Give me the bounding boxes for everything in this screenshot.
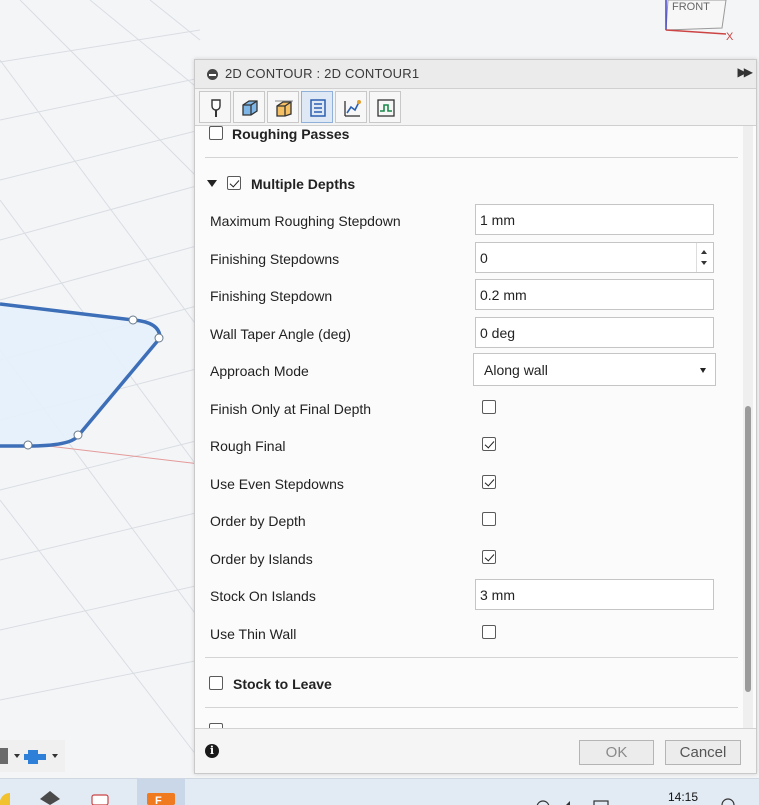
divider xyxy=(205,707,738,708)
ok-button[interactable]: OK xyxy=(579,740,654,765)
use-thin-wall-checkbox[interactable] xyxy=(482,625,496,639)
tab-post[interactable] xyxy=(369,91,401,123)
finishing-stepdowns-label: Finishing Stepdowns xyxy=(210,251,340,267)
wall-taper-angle-label: Wall Taper Angle (deg) xyxy=(210,326,351,342)
chevron-down-icon xyxy=(700,368,706,373)
roughing-passes-checkbox[interactable] xyxy=(209,126,223,140)
multiple-depths-label: Multiple Depths xyxy=(251,176,356,192)
wall-taper-angle-input[interactable]: 0 deg xyxy=(475,317,714,348)
approach-mode-label: Approach Mode xyxy=(210,363,309,379)
app-store-icon[interactable] xyxy=(40,791,60,805)
max-roughing-stepdown-label: Maximum Roughing Stepdown xyxy=(210,213,401,229)
scrollbar-thumb[interactable] xyxy=(745,406,751,692)
taskbar-clock[interactable]: 14:15 xyxy=(668,790,698,804)
finishing-stepdown-input[interactable]: 0.2 mm xyxy=(475,279,714,310)
tab-tool[interactable] xyxy=(199,91,231,123)
stock-to-leave-label: Stock to Leave xyxy=(233,676,332,692)
finishing-stepdowns-value: 0 xyxy=(480,250,488,266)
finishing-stepdowns-stepper[interactable]: 0 xyxy=(475,242,714,273)
viewcube-face-label: FRONT xyxy=(672,1,710,13)
stock-on-islands-input[interactable]: 3 mm xyxy=(475,579,714,610)
passes-icon xyxy=(310,99,326,117)
use-even-stepdowns-label: Use Even Stepdowns xyxy=(210,476,344,492)
stock-on-islands-label: Stock On Islands xyxy=(210,588,316,604)
pipe-tool-icon[interactable] xyxy=(24,750,58,764)
dialog-title: 2D CONTOUR : 2D CONTOUR1 xyxy=(225,66,420,81)
tab-passes[interactable] xyxy=(301,91,333,123)
stepper-buttons xyxy=(696,243,713,272)
finishing-stepdown-label: Finishing Stepdown xyxy=(210,288,333,304)
order-by-islands-checkbox[interactable] xyxy=(482,550,496,564)
notification-icon[interactable] xyxy=(721,798,735,805)
dialog-tabs xyxy=(195,89,756,126)
order-by-depth-checkbox[interactable] xyxy=(482,512,496,526)
scrollbar[interactable] xyxy=(743,126,753,728)
post-process-icon xyxy=(377,99,395,117)
tray-icons[interactable] xyxy=(536,800,609,805)
stock-to-leave-checkbox[interactable] xyxy=(209,676,223,690)
use-thin-wall-label: Use Thin Wall xyxy=(210,626,297,642)
contour-dialog: 2D CONTOUR : 2D CONTOUR1 ▶▶ Roughing Pas… xyxy=(194,59,757,774)
approach-mode-select[interactable]: Along wall xyxy=(473,353,716,386)
multiple-depths-checkbox[interactable] xyxy=(227,176,241,190)
start-orb-icon[interactable] xyxy=(0,792,10,805)
taskbar: F 14:15 xyxy=(0,778,759,805)
tab-linking[interactable] xyxy=(335,91,367,123)
linking-icon xyxy=(344,100,361,117)
approach-mode-value: Along wall xyxy=(484,362,548,378)
divider xyxy=(205,157,738,158)
spin-down-icon[interactable] xyxy=(701,261,707,265)
tab-geometry[interactable] xyxy=(233,91,265,123)
rough-final-label: Rough Final xyxy=(210,438,286,454)
use-even-stepdowns-checkbox[interactable] xyxy=(482,475,496,489)
spin-up-icon[interactable] xyxy=(701,250,707,254)
bottom-left-toolbar xyxy=(0,740,65,772)
tool-bit-icon xyxy=(211,99,221,117)
rough-final-checkbox[interactable] xyxy=(482,437,496,451)
roughing-passes-label: Roughing Passes xyxy=(232,126,350,142)
viewcube[interactable]: FRONT X xyxy=(664,0,734,42)
heights-icon xyxy=(275,100,293,117)
info-icon[interactable]: i xyxy=(205,744,219,758)
viewcube-axis-label: X xyxy=(726,31,734,42)
divider xyxy=(205,657,738,658)
finish-only-final-checkbox[interactable] xyxy=(482,400,496,414)
geometry-icon xyxy=(242,100,258,116)
dialog-titlebar: 2D CONTOUR : 2D CONTOUR1 ▶▶ xyxy=(195,60,756,89)
order-by-depth-label: Order by Depth xyxy=(210,513,306,529)
collapse-dialog-icon[interactable] xyxy=(207,69,218,80)
tab-heights[interactable] xyxy=(267,91,299,123)
dialog-footer: i OK Cancel xyxy=(195,728,756,773)
expand-dialog-icon[interactable]: ▶▶ xyxy=(738,65,754,79)
display-settings-icon[interactable] xyxy=(0,748,20,764)
dialog-content: Roughing Passes Multiple Depths Maximum … xyxy=(195,126,740,728)
order-by-islands-label: Order by Islands xyxy=(210,551,313,567)
fusion-app-icon[interactable]: F xyxy=(137,779,185,805)
finish-only-final-label: Finish Only at Final Depth xyxy=(210,401,372,417)
cancel-button[interactable]: Cancel xyxy=(665,740,741,765)
max-roughing-stepdown-input[interactable]: 1 mm xyxy=(475,204,714,235)
collapse-section-icon[interactable] xyxy=(207,180,217,187)
